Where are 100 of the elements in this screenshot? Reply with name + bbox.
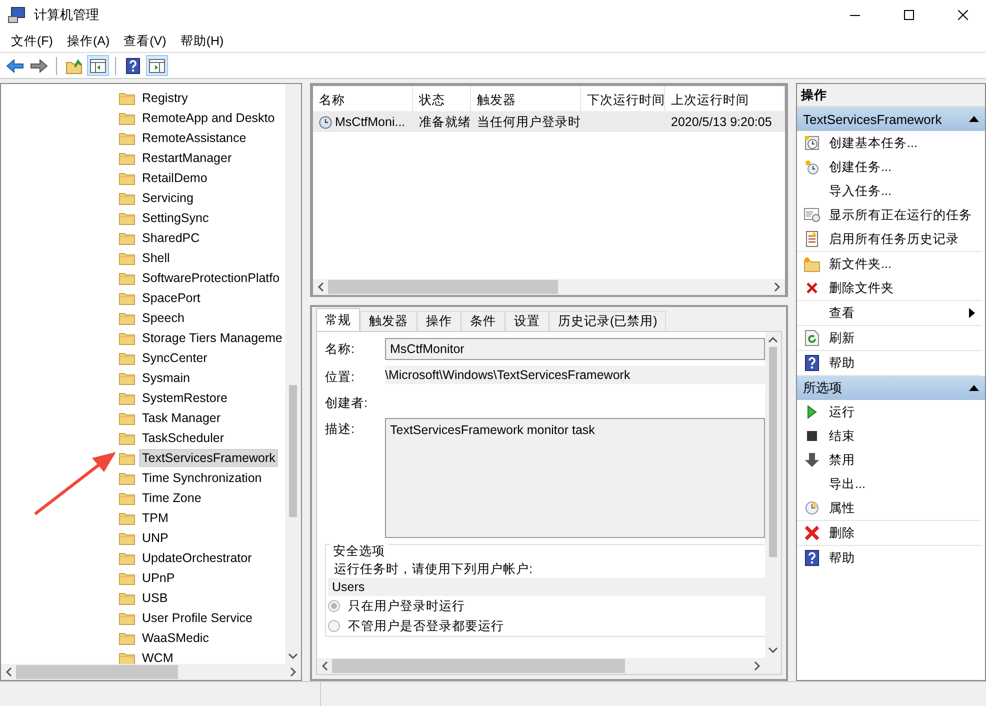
column-header[interactable]: 名称	[313, 86, 413, 111]
tree-item[interactable]: TaskScheduler	[139, 429, 227, 447]
column-header[interactable]: 状态	[413, 86, 471, 111]
tree-item[interactable]: Time Synchronization	[139, 469, 265, 487]
tree-item[interactable]: SharedPC	[139, 229, 203, 247]
action-item[interactable]: 结束	[797, 424, 981, 448]
radio-button[interactable]	[328, 620, 340, 632]
name-field[interactable]: MsCtfMonitor	[385, 338, 765, 360]
tree-item[interactable]: Servicing	[139, 189, 196, 207]
folder-icon	[119, 92, 135, 104]
toolbar-button[interactable]	[146, 55, 168, 76]
action-item[interactable]: 导出...	[797, 472, 981, 496]
tree-item[interactable]: UNP	[139, 529, 172, 547]
column-header[interactable]: 下次运行时间	[581, 86, 665, 111]
scrollbar-thumb[interactable]	[328, 280, 558, 294]
menu-item[interactable]: 操作(A)	[60, 30, 117, 52]
tree-item[interactable]: USB	[139, 589, 171, 607]
panel-left-icon	[90, 58, 106, 72]
tab[interactable]: 历史记录(已禁用)	[549, 311, 666, 331]
action-item[interactable]: 删除	[797, 521, 981, 545]
tree-item[interactable]: RestartManager	[139, 149, 235, 167]
tree-item[interactable]: RemoteApp and Deskto	[139, 109, 278, 127]
scroll-left-icon[interactable]	[318, 282, 324, 292]
toolbar-button[interactable]	[87, 55, 109, 76]
tree-item[interactable]: TextServicesFramework	[139, 449, 278, 467]
tree-item[interactable]: SettingSync	[139, 209, 212, 227]
action-item[interactable]: 查看	[797, 301, 981, 325]
task-row[interactable]: MsCtfMoni... 准备就绪 当任何用户登录时 2020/5/13 9:20:05	[313, 112, 785, 132]
tree-item[interactable]: UPnP	[139, 569, 178, 587]
action-item[interactable]: 创建基本任务...	[797, 131, 981, 155]
section-header[interactable]: 所选项	[797, 376, 985, 400]
tree-item[interactable]: WaaSMedic	[139, 629, 212, 647]
scrollbar-thumb[interactable]	[289, 385, 297, 517]
action-item[interactable]: 显示所有正在运行的任务	[797, 203, 981, 227]
scroll-down-icon[interactable]	[288, 653, 298, 659]
table-cell: MsCtfMoni...	[335, 115, 406, 129]
action-item[interactable]: 帮助	[797, 351, 981, 375]
folder-icon	[119, 572, 135, 584]
tree-item[interactable]: TPM	[139, 509, 172, 527]
scrollbar-thumb[interactable]	[769, 347, 777, 557]
tree-item[interactable]: SpacePort	[139, 289, 204, 307]
description-field[interactable]: TextServicesFramework monitor task	[385, 418, 765, 538]
tree-item[interactable]: Shell	[139, 249, 173, 267]
menu-item[interactable]: 文件(F)	[4, 30, 60, 52]
table-cell: 准备就绪	[419, 114, 471, 130]
clock-icon	[804, 159, 820, 175]
help-icon	[805, 355, 819, 371]
action-item[interactable]: 刷新	[797, 326, 981, 350]
tab[interactable]: 设置	[505, 311, 549, 331]
section-header[interactable]: TextServicesFramework	[797, 107, 985, 131]
scroll-right-icon[interactable]	[290, 667, 296, 677]
clock-icon	[805, 501, 819, 515]
tree-item[interactable]: SoftwareProtectionPlatfo	[139, 269, 283, 287]
tree-item[interactable]: WCM	[139, 649, 176, 664]
action-item[interactable]: 禁用	[797, 448, 981, 472]
action-item[interactable]: 属性	[797, 496, 981, 520]
action-item[interactable]: 创建任务...	[797, 155, 981, 179]
tree-item[interactable]: Registry	[139, 89, 191, 107]
action-item[interactable]: 新文件夹...	[797, 252, 981, 276]
folder-icon	[119, 372, 135, 384]
tree-item[interactable]: RemoteAssistance	[139, 129, 250, 147]
action-item[interactable]: 导入任务...	[797, 179, 981, 203]
tab[interactable]: 常规	[316, 308, 360, 331]
tree-item[interactable]: UpdateOrchestrator	[139, 549, 255, 567]
table-cell: 2020/5/13 9:20:05	[671, 115, 772, 129]
scrollbar-thumb[interactable]	[332, 659, 625, 673]
menu-item[interactable]: 帮助(H)	[173, 30, 231, 52]
close-icon	[958, 10, 968, 20]
tab[interactable]: 触发器	[360, 311, 417, 331]
column-header[interactable]: 触发器	[471, 86, 581, 111]
scroll-left-icon[interactable]	[322, 661, 328, 671]
scrollbar-thumb[interactable]	[16, 665, 178, 679]
scroll-down-icon[interactable]	[768, 647, 778, 653]
radio-label: 不管用户是否登录都要运行	[348, 618, 504, 634]
action-item[interactable]: 帮助	[797, 546, 981, 570]
tree-item[interactable]: Time Zone	[139, 489, 204, 507]
help-icon	[805, 550, 819, 566]
scroll-right-icon[interactable]	[754, 661, 760, 671]
action-item[interactable]: 启用所有任务历史记录	[797, 227, 981, 251]
tree-item[interactable]: Speech	[139, 309, 188, 327]
tab[interactable]: 操作	[417, 311, 461, 331]
task-list-icon	[804, 208, 820, 222]
tree-item[interactable]: Task Manager	[139, 409, 224, 427]
action-item[interactable]: 运行	[797, 400, 981, 424]
folder-icon	[119, 352, 135, 364]
scroll-right-icon[interactable]	[774, 282, 780, 292]
tree-item[interactable]: Storage Tiers Manageme	[139, 329, 285, 347]
menu-item[interactable]: 查看(V)	[116, 30, 174, 52]
scroll-up-icon[interactable]	[768, 337, 778, 343]
action-item[interactable]: 删除文件夹	[797, 276, 981, 300]
field-label: 名称:	[325, 341, 356, 358]
column-header[interactable]: 上次运行时间	[665, 86, 785, 111]
tree-item[interactable]: User Profile Service	[139, 609, 256, 627]
tree-item[interactable]: SystemRestore	[139, 389, 230, 407]
scroll-left-icon[interactable]	[6, 667, 12, 677]
tree-item[interactable]: RetailDemo	[139, 169, 210, 187]
tree-item[interactable]: Sysmain	[139, 369, 193, 387]
tree-item[interactable]: SyncCenter	[139, 349, 210, 367]
radio-button[interactable]	[328, 600, 340, 612]
tab[interactable]: 条件	[461, 311, 505, 331]
